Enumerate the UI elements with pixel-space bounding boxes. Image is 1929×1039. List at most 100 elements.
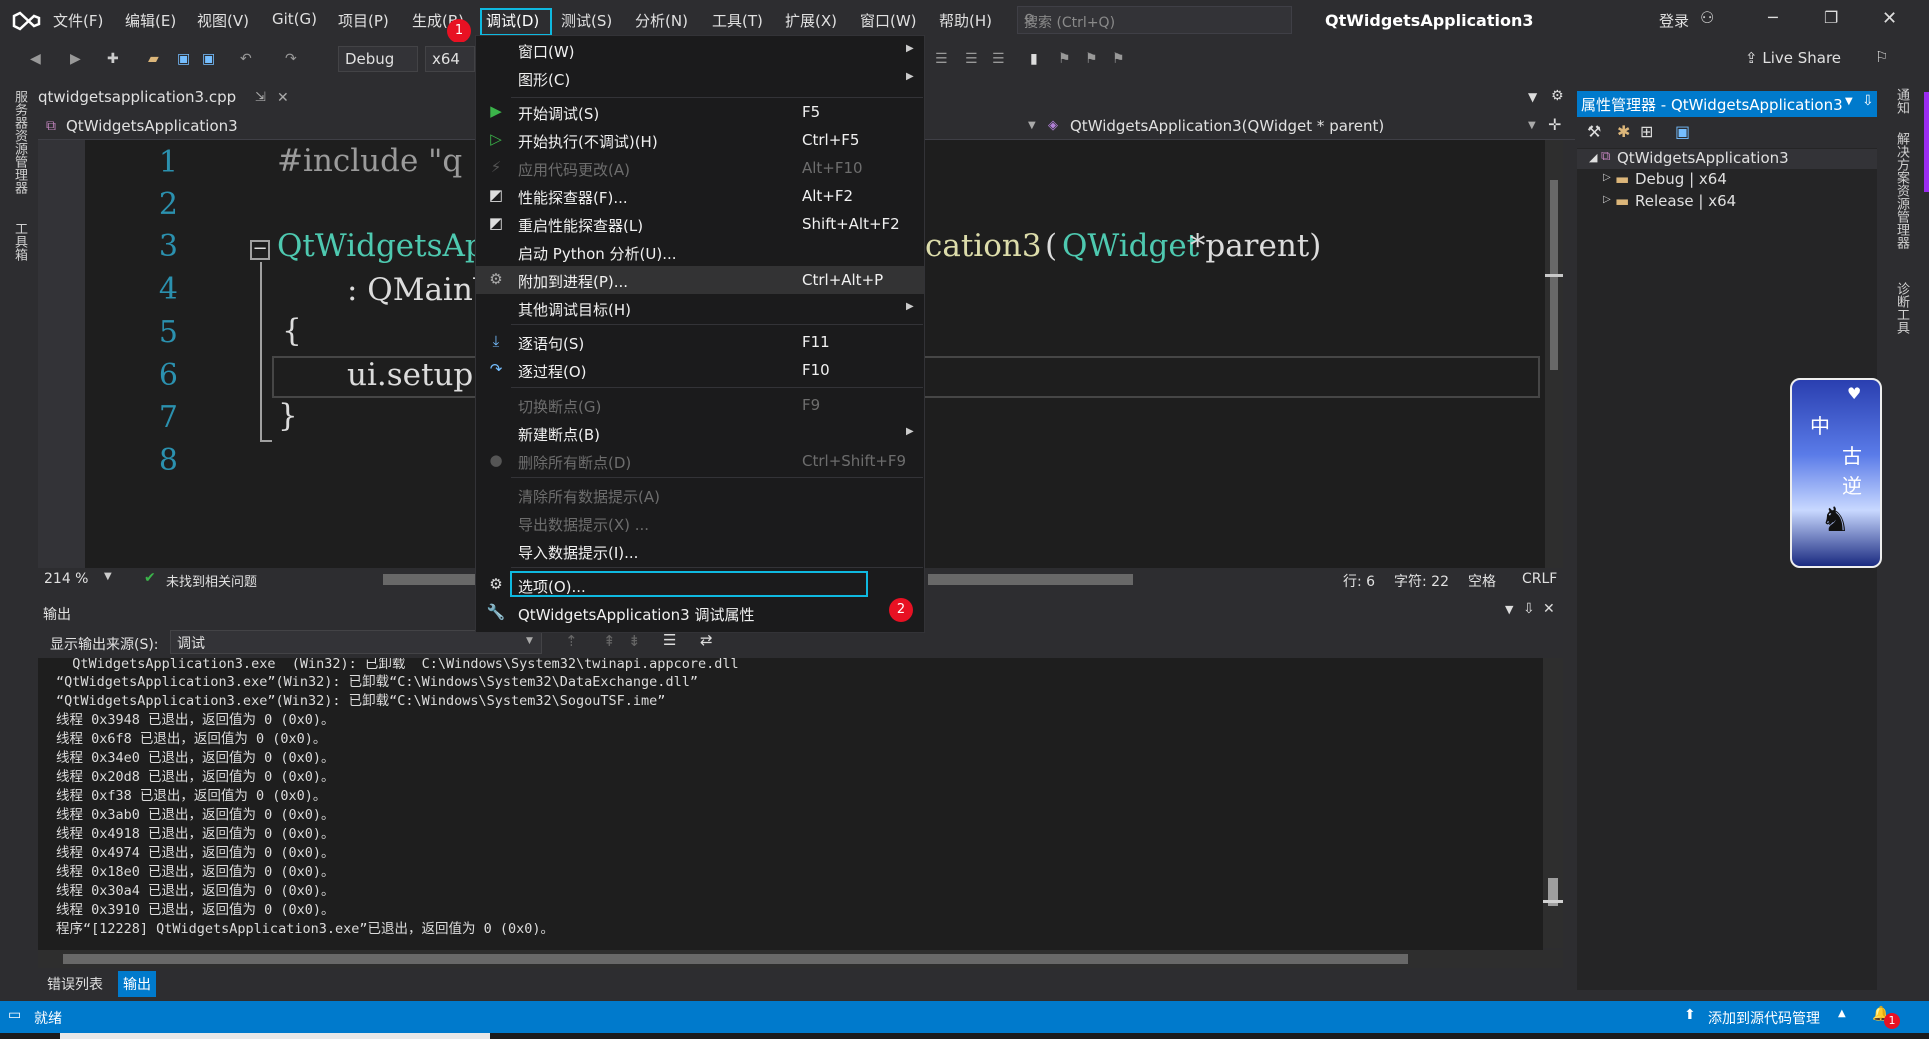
redo-icon[interactable]: ↷ bbox=[285, 51, 297, 67]
tree-root[interactable]: QtWidgetsApplication3 bbox=[1617, 149, 1789, 167]
pin-icon[interactable]: ⇲ bbox=[255, 90, 266, 105]
live-share-button[interactable]: ⇪ Live Share bbox=[1745, 49, 1841, 67]
panel-dropdown-icon[interactable]: ▼ bbox=[1505, 603, 1513, 616]
outdent-icon[interactable]: ☰ bbox=[992, 51, 1005, 67]
menu-edit[interactable]: 编辑(E) bbox=[125, 10, 176, 31]
diagnostics-tab[interactable]: 诊断工具 bbox=[1892, 282, 1911, 334]
tab-error-list[interactable]: 错误列表 bbox=[47, 974, 103, 994]
editor-vertical-scrollbar[interactable] bbox=[1545, 140, 1563, 568]
restore-icon[interactable]: ❐ bbox=[1824, 8, 1838, 27]
panel-pin-icon[interactable]: ⇩ bbox=[1523, 601, 1535, 617]
word-wrap-icon[interactable]: ⇄ bbox=[700, 631, 713, 649]
nav-member-dropdown[interactable]: QtWidgetsApplication3(QWidget * parent) bbox=[1070, 117, 1384, 135]
notifications-tab[interactable]: 通知 bbox=[1892, 88, 1911, 114]
tree-debug[interactable]: Debug | x64 bbox=[1635, 170, 1727, 188]
menu-tools[interactable]: 工具(T) bbox=[712, 10, 763, 31]
save-all-icon[interactable]: ▣ bbox=[202, 51, 215, 67]
next-message-icon[interactable]: ⇟ bbox=[628, 632, 641, 650]
menu-item-start-without-debugging[interactable]: ▷ 开始执行(不调试)(H) Ctrl+F5 bbox=[476, 126, 924, 154]
menu-extensions[interactable]: 扩展(X) bbox=[785, 10, 837, 31]
find-message-icon[interactable]: ⇡ bbox=[565, 632, 578, 650]
tab-list-icon[interactable]: ▼ bbox=[1528, 90, 1537, 104]
new-project-icon[interactable]: ✚ bbox=[107, 51, 119, 67]
back-icon[interactable]: ◀ bbox=[30, 51, 41, 67]
close-icon[interactable]: ✕ bbox=[1882, 8, 1897, 29]
output-vertical-scrollbar[interactable] bbox=[1543, 658, 1563, 948]
save-icon[interactable]: ▣ bbox=[1675, 122, 1690, 141]
comment-icon[interactable]: ☰ bbox=[935, 51, 948, 67]
zoom-chevron-icon[interactable]: ▼ bbox=[104, 571, 112, 582]
collapse-icon[interactable]: − bbox=[250, 240, 270, 260]
search-input[interactable]: 搜索 (Ctrl+Q) ⚲ bbox=[1017, 6, 1292, 34]
panel-close-icon[interactable]: ✕ bbox=[1543, 601, 1555, 617]
output-window-icon[interactable]: ▭ bbox=[8, 1007, 21, 1023]
menu-item-other-debug-targets[interactable]: 其他调试目标(H) ▶ bbox=[476, 294, 924, 322]
solution-explorer-tab[interactable]: 解决方案资源管理器 bbox=[1892, 132, 1911, 249]
menu-window[interactable]: 窗口(W) bbox=[860, 10, 917, 31]
nav-chevron-icon[interactable]: ▼ bbox=[1028, 120, 1036, 131]
bookmark-prev-icon[interactable]: ⚑ bbox=[1058, 51, 1071, 67]
add-property-sheet-icon[interactable]: ✱ bbox=[1617, 122, 1630, 141]
expand-icon[interactable]: ▷ bbox=[1603, 172, 1611, 183]
indent-icon[interactable]: ☰ bbox=[965, 51, 978, 67]
menu-item-new-breakpoint[interactable]: 新建断点(B) ▶ bbox=[476, 419, 924, 447]
menu-item-start-debugging[interactable]: ▶ 开始调试(S) F5 bbox=[476, 98, 924, 126]
platform-dropdown[interactable]: x64 bbox=[425, 46, 475, 72]
output-source-dropdown[interactable]: 调试 ▼ bbox=[170, 630, 542, 654]
prev-message-icon[interactable]: ⇞ bbox=[603, 632, 616, 650]
panel-pin-icon[interactable]: ⇩ bbox=[1862, 93, 1874, 109]
nav-project-dropdown[interactable]: QtWidgetsApplication3 bbox=[66, 117, 238, 135]
issues-text[interactable]: 未找到相关问题 bbox=[166, 571, 257, 590]
open-icon[interactable]: ▰ bbox=[148, 51, 159, 67]
whitespace-indicator[interactable]: 空格 bbox=[1468, 571, 1496, 591]
menu-item-profiler[interactable]: ◩ 性能探查器(F)... Alt+F2 bbox=[476, 182, 924, 210]
bookmark-next-icon[interactable]: ⚑ bbox=[1085, 51, 1098, 67]
output-horizontal-scrollbar[interactable] bbox=[38, 950, 1563, 968]
menu-item-step-into[interactable]: ⤓ 逐语句(S) F11 bbox=[476, 328, 924, 356]
tab-close-icon[interactable]: ✕ bbox=[277, 90, 289, 106]
menu-item-debug-properties[interactable]: 🔧 QtWidgetsApplication3 调试属性 bbox=[476, 599, 924, 627]
settings-icon[interactable]: ⚙ bbox=[1551, 88, 1564, 104]
zoom-level[interactable]: 214 % bbox=[44, 571, 88, 587]
eol-indicator[interactable]: CRLF bbox=[1522, 571, 1557, 587]
document-tab[interactable]: qtwidgetsapplication3.cpp bbox=[38, 88, 236, 106]
toolbox-tab[interactable]: 工具箱 bbox=[10, 222, 29, 261]
menu-item-window[interactable]: 窗口(W) ▶ bbox=[476, 36, 924, 64]
menu-item-graphics[interactable]: 图形(C) ▶ bbox=[476, 64, 924, 92]
minimize-icon[interactable]: ─ bbox=[1768, 8, 1778, 27]
menu-git[interactable]: Git(G) bbox=[272, 10, 317, 28]
menu-view[interactable]: 视图(V) bbox=[197, 10, 249, 31]
feedback-icon[interactable]: ⚐ bbox=[1875, 48, 1888, 66]
menu-item-attach-to-process[interactable]: ⚙ 附加到进程(P)... Ctrl+Alt+P bbox=[476, 266, 924, 294]
undo-icon[interactable]: ↶ bbox=[240, 51, 252, 67]
expand-icon[interactable]: ◢ bbox=[1589, 151, 1597, 164]
hscroll-thumb[interactable] bbox=[928, 574, 1133, 585]
menu-item-step-over[interactable]: ↷ 逐过程(O) F10 bbox=[476, 356, 924, 384]
chevron-up-icon[interactable]: ▲ bbox=[1838, 1008, 1846, 1019]
panel-dropdown-icon[interactable]: ▼ bbox=[1845, 96, 1853, 107]
tree-release[interactable]: Release | x64 bbox=[1635, 192, 1736, 210]
wrench-icon[interactable]: ⚒ bbox=[1587, 122, 1601, 141]
menu-item-import-datatips[interactable]: 导入数据提示(I)... bbox=[476, 537, 924, 565]
menu-test[interactable]: 测试(S) bbox=[561, 10, 612, 31]
nav-chevron-icon-2[interactable]: ▼ bbox=[1528, 120, 1536, 131]
user-icon[interactable]: ⚇ bbox=[1700, 8, 1714, 27]
visual-studio-logo-icon[interactable] bbox=[12, 8, 42, 34]
output-text[interactable]: QtWidgetsApplication3.exe (Win32): 已卸载 C… bbox=[38, 658, 1543, 950]
bookmark-icon[interactable]: ▮ bbox=[1030, 51, 1038, 67]
source-control-button[interactable]: 添加到源代码管理 bbox=[1708, 1008, 1820, 1028]
server-explorer-tab[interactable]: 服务器资源管理器 bbox=[10, 90, 29, 194]
menu-item-relaunch-profiler[interactable]: ◩ 重启性能探查器(L) Shift+Alt+F2 bbox=[476, 210, 924, 238]
split-icon[interactable]: ✛ bbox=[1548, 115, 1561, 134]
tab-output[interactable]: 输出 bbox=[118, 971, 156, 997]
menu-analyze[interactable]: 分析(N) bbox=[635, 10, 688, 31]
config-dropdown[interactable]: Debug bbox=[338, 46, 418, 72]
clear-all-icon[interactable]: ☰ bbox=[663, 631, 676, 649]
menu-help[interactable]: 帮助(H) bbox=[939, 10, 992, 31]
login-link[interactable]: 登录 bbox=[1659, 10, 1689, 31]
expand-icon[interactable]: ▷ bbox=[1603, 194, 1611, 205]
bookmark-clear-icon[interactable]: ⚑ bbox=[1112, 51, 1125, 67]
add-existing-icon[interactable]: ⊞ bbox=[1640, 122, 1653, 141]
menu-item-python-profiling[interactable]: 启动 Python 分析(U)... bbox=[476, 238, 924, 266]
hscroll-thumb[interactable] bbox=[63, 954, 1408, 964]
